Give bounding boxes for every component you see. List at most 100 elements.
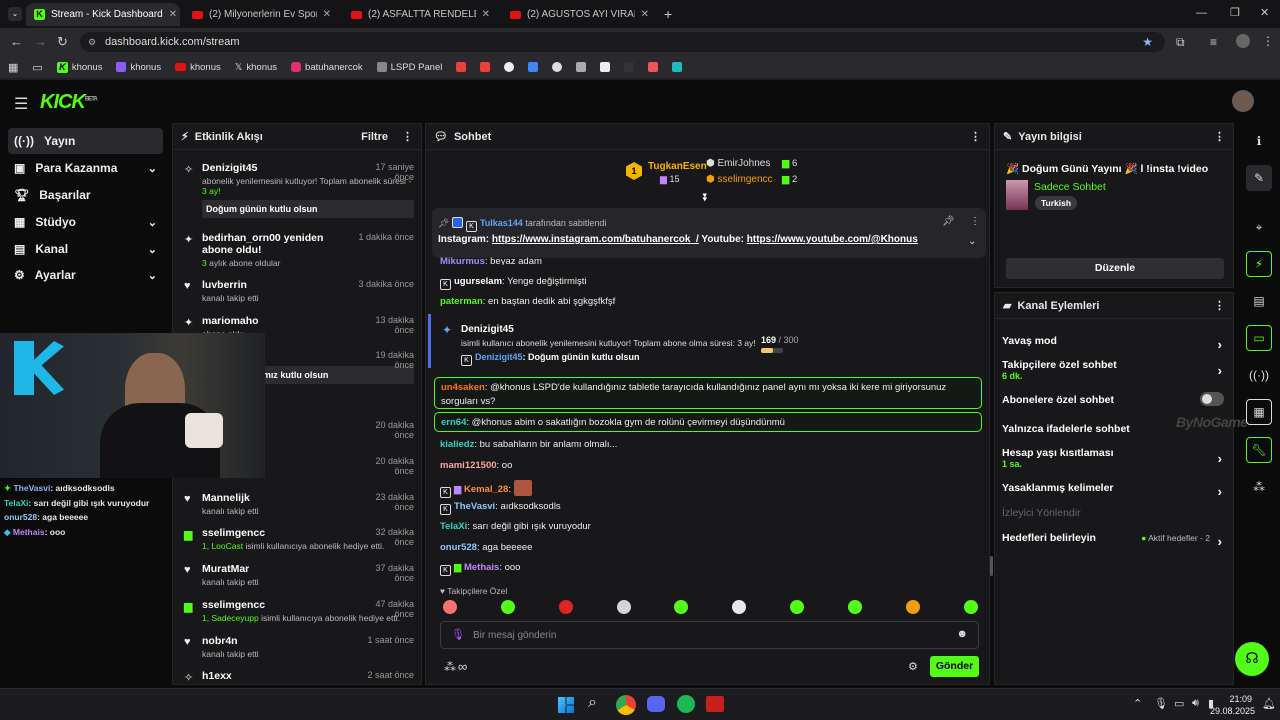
notification-icon[interactable]: 🔔︎: [1262, 697, 1276, 710]
bookmark-khonus-2[interactable]: khonus: [116, 62, 161, 73]
tray-chevron-icon[interactable]: ⌃: [1133, 697, 1142, 710]
bookmark-site-4[interactable]: [576, 62, 587, 72]
emote-icon[interactable]: [732, 600, 746, 614]
bookmark-lspd-panel[interactable]: LSPD Panel: [376, 62, 442, 73]
app-icon[interactable]: [706, 696, 724, 712]
expand-down-icon[interactable]: ⏬︎: [703, 192, 709, 205]
forward-icon[interactable]: →: [34, 34, 47, 49]
list-icon[interactable]: ▤: [1246, 288, 1272, 314]
more-icon[interactable]: ⋮: [970, 130, 981, 143]
chat-settings-icon[interactable]: ⚙: [908, 660, 918, 673]
site-info-icon[interactable]: ⚙: [88, 32, 96, 52]
extensions-icon[interactable]: ⧉: [1176, 35, 1185, 50]
subscribers-only-toggle[interactable]: [1200, 392, 1224, 406]
clock-date[interactable]: 29.08.2025: [1210, 706, 1255, 716]
network-icon[interactable]: ▭: [1174, 697, 1184, 710]
bookmark-site-7[interactable]: [648, 62, 659, 72]
bookmark-gmail-1[interactable]: [456, 62, 467, 72]
bolt-icon[interactable]: ⚡︎: [1246, 251, 1272, 277]
sidebar-item-basarilar[interactable]: 🏆︎ Başarılar: [8, 182, 163, 208]
emote-icon[interactable]: [848, 600, 862, 614]
tab-youtube-2[interactable]: (2) ASFALTTA RENDELENDİ! Tür...✕: [343, 3, 498, 26]
more-icon[interactable]: ⋮: [1214, 130, 1225, 143]
bookmark-site-2[interactable]: [528, 62, 539, 72]
tab-youtube-3[interactable]: (2) AĞUSTOS AYI VİRAL VİDEOL...✕: [502, 3, 657, 26]
close-icon[interactable]: ✕: [169, 9, 177, 20]
broadcast-icon[interactable]: ((·)): [1246, 362, 1272, 388]
account-age-row[interactable]: Hesap yaşı kısıtlaması 1 sa. ›: [1002, 447, 1226, 469]
more-icon[interactable]: ⋮: [970, 216, 980, 227]
edit-button[interactable]: Düzenle: [1006, 258, 1224, 279]
emote-icon[interactable]: [501, 600, 515, 614]
discord-icon[interactable]: [647, 696, 665, 712]
sidebar-item-para-kazanma[interactable]: ▣ Para Kazanma ⌄: [8, 155, 163, 181]
bookmark-site-6[interactable]: [624, 62, 635, 72]
info-icon[interactable]: ℹ: [1246, 128, 1272, 154]
search-icon[interactable]: ⌕: [588, 694, 597, 712]
bookmark-khonus-4[interactable]: 𝕏khonus: [235, 62, 277, 73]
microphone-icon[interactable]: 🎙︎: [451, 628, 465, 641]
bookmark-batuhanercok[interactable]: batuhanercok: [291, 62, 363, 73]
reload-icon[interactable]: ↻: [57, 34, 68, 50]
spotify-icon[interactable]: [677, 695, 695, 713]
youtube-link[interactable]: https://www.youtube.com/@Khonus: [747, 234, 918, 245]
clock-time[interactable]: 21:09: [1222, 694, 1252, 704]
bookmark-site-5[interactable]: [600, 62, 611, 72]
emote-icon[interactable]: [674, 600, 688, 614]
folder-icon[interactable]: ▭: [32, 61, 42, 74]
user-avatar[interactable]: [1232, 90, 1254, 112]
target-icon[interactable]: ⌖: [1246, 214, 1272, 240]
chat-icon[interactable]: ▭: [1246, 325, 1272, 351]
sidebar-item-studyo[interactable]: ▦ Stüdyo ⌄: [8, 209, 163, 235]
bookmark-khonus-3[interactable]: khonus: [175, 62, 221, 73]
bookmark-star-icon[interactable]: ★: [1142, 32, 1153, 52]
emote-icon[interactable]: [559, 600, 573, 614]
emote-icon[interactable]: [906, 600, 920, 614]
emote-icon[interactable]: [790, 600, 804, 614]
sidebar-item-kanal[interactable]: ▤ Kanal ⌄: [8, 236, 163, 262]
emote-icon[interactable]: [617, 600, 631, 614]
wrench-icon[interactable]: 🔧︎: [1246, 437, 1272, 463]
mic-tray-icon[interactable]: 🎙︎: [1154, 697, 1168, 710]
dots-icon[interactable]: ⁂: [1246, 474, 1272, 500]
instagram-link[interactable]: https://www.instagram.com/batuhanercok_/: [492, 234, 699, 245]
goals-row[interactable]: Hedefleri belirleyin ● Aktif hedefler - 2…: [1002, 532, 1226, 549]
volume-icon[interactable]: 🔊︎: [1192, 697, 1199, 710]
emote-icon[interactable]: [964, 600, 978, 614]
support-headset-icon[interactable]: ☊: [1235, 642, 1269, 676]
bookmark-khonus-1[interactable]: Kkhonus: [56, 61, 102, 73]
back-icon[interactable]: ←: [10, 34, 23, 49]
address-bar[interactable]: ⚙ dashboard.kick.com/stream ★: [80, 32, 1165, 52]
new-tab-icon[interactable]: +: [664, 6, 672, 22]
tab-search-icon[interactable]: ⌄: [8, 7, 22, 21]
apps-icon[interactable]: ▦: [8, 61, 18, 74]
emoji-icon[interactable]: ☻: [956, 628, 968, 640]
bookmark-site-3[interactable]: [552, 62, 563, 72]
filter-button[interactable]: Filtre: [361, 131, 388, 143]
chat-input[interactable]: 🎙︎ Bir mesaj gönderin ☻: [440, 621, 979, 649]
top-gifter-2[interactable]: ⬢ EmirJohnes: [706, 158, 770, 169]
kick-logo[interactable]: KICKBETA: [40, 91, 98, 114]
chat-scrollbar[interactable]: [990, 556, 993, 576]
hamburger-menu-icon[interactable]: ☰: [14, 94, 28, 114]
close-icon[interactable]: ✕: [323, 9, 331, 20]
emote-icon[interactable]: [443, 600, 457, 614]
kicks-icon[interactable]: ⁂: [444, 660, 456, 674]
send-button[interactable]: Gönder: [930, 656, 979, 677]
banned-words-row[interactable]: Yasaklanmış kelimeler ›: [1002, 482, 1226, 499]
close-icon[interactable]: ✕: [482, 9, 490, 20]
top-gifter-name[interactable]: TugkanEsen: [648, 161, 707, 172]
tab-kick-dashboard[interactable]: K Stream - Kick Dashboard ✕: [26, 3, 180, 26]
menu-icon[interactable]: ⋮: [1262, 34, 1274, 48]
chrome-icon[interactable]: [616, 695, 636, 715]
sidebar-item-yayin[interactable]: ((·)) Yayın: [8, 128, 163, 154]
category-name[interactable]: Sadece Sohbet: [1034, 181, 1106, 193]
unpin-icon[interactable]: 📌︎: [942, 216, 955, 227]
window-close-icon[interactable]: ✕: [1260, 6, 1269, 19]
more-icon[interactable]: ⋮: [402, 130, 413, 143]
top-gifter-3[interactable]: ⬢ sselimgencc: [706, 174, 773, 185]
layout-icon[interactable]: ▦: [1246, 399, 1272, 425]
windows-start-icon[interactable]: [558, 697, 574, 713]
more-icon[interactable]: ⋮: [1214, 299, 1225, 312]
maximize-icon[interactable]: ❐: [1230, 6, 1240, 19]
